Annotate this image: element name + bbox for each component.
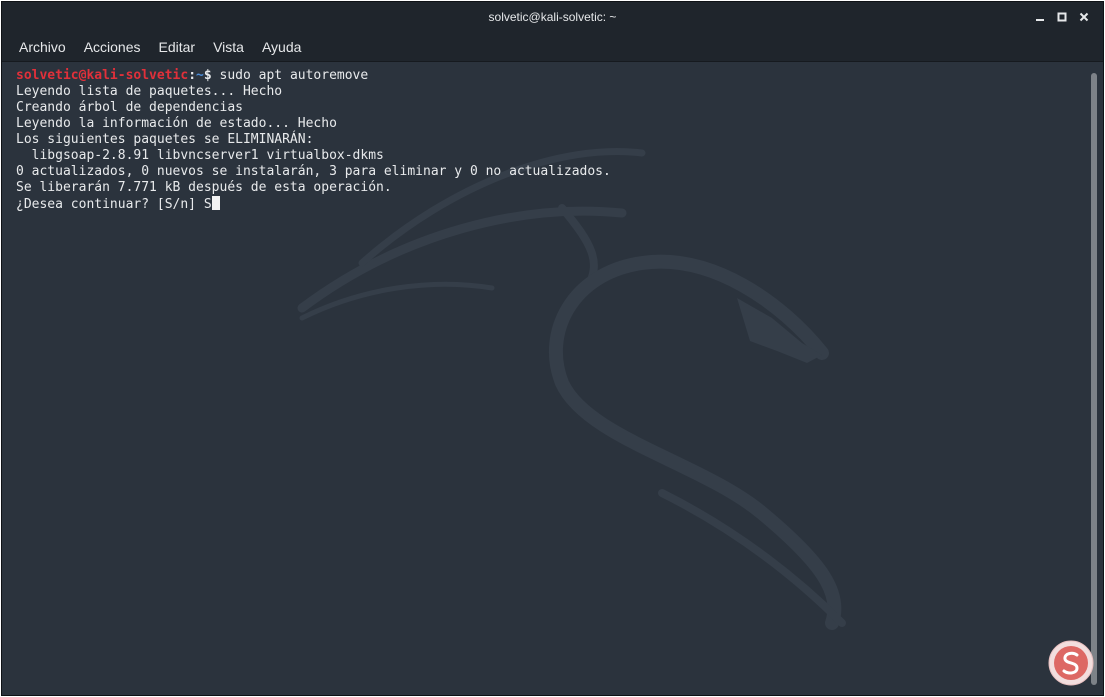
terminal-window: solvetic@kali-solvetic: ~ Archivo Accion… — [1, 1, 1104, 696]
prompt-command: sudo apt autoremove — [211, 68, 369, 83]
solvetic-logo-icon — [1048, 640, 1094, 686]
output-line: Los siguientes paquetes se ELIMINARÁN: — [16, 132, 314, 147]
minimize-icon — [1036, 19, 1044, 21]
prompt-line: solvetic@kali-solvetic:~$ sudo apt autor… — [16, 68, 368, 83]
output-line: Creando árbol de dependencias — [16, 100, 243, 115]
prompt-path: ~ — [196, 68, 204, 83]
output-line: Se liberarán 7.771 kB después de esta op… — [16, 180, 392, 195]
menu-ayuda[interactable]: Ayuda — [253, 35, 310, 59]
maximize-button[interactable] — [1051, 8, 1073, 26]
maximize-icon — [1057, 12, 1067, 22]
menu-archivo[interactable]: Archivo — [10, 35, 75, 59]
window-title: solvetic@kali-solvetic: ~ — [488, 10, 617, 24]
output-line: Leyendo la información de estado... Hech… — [16, 116, 337, 131]
output-line: 0 actualizados, 0 nuevos se instalarán, … — [16, 164, 611, 179]
text-cursor — [211, 196, 220, 210]
output-line: libgsoap-2.8.91 libvncserver1 virtualbox… — [16, 148, 384, 163]
window-controls — [1029, 8, 1095, 26]
prompt-user-host: solvetic@kali-solvetic — [16, 68, 189, 83]
question-line: ¿Desea continuar? [S/n] S — [16, 196, 220, 212]
terminal-output: solvetic@kali-solvetic:~$ sudo apt autor… — [16, 68, 611, 213]
terminal-area[interactable]: solvetic@kali-solvetic:~$ sudo apt autor… — [2, 63, 1086, 695]
question-text: ¿Desea continuar? [S/n] S — [16, 197, 212, 212]
minimize-button[interactable] — [1029, 8, 1051, 26]
close-icon — [1079, 12, 1089, 22]
menu-bar: Archivo Acciones Editar Vista Ayuda — [2, 32, 1103, 62]
prompt-symbol: $ — [203, 68, 212, 83]
close-button[interactable] — [1073, 8, 1095, 26]
menu-acciones[interactable]: Acciones — [75, 35, 150, 59]
scrollbar-thumb[interactable] — [1091, 73, 1097, 685]
vertical-scrollbar[interactable] — [1086, 63, 1103, 695]
title-bar[interactable]: solvetic@kali-solvetic: ~ — [2, 2, 1103, 32]
output-line: Leyendo lista de paquetes... Hecho — [16, 84, 283, 99]
menu-editar[interactable]: Editar — [150, 35, 205, 59]
prompt-separator: : — [188, 68, 197, 83]
menu-vista[interactable]: Vista — [204, 35, 253, 59]
